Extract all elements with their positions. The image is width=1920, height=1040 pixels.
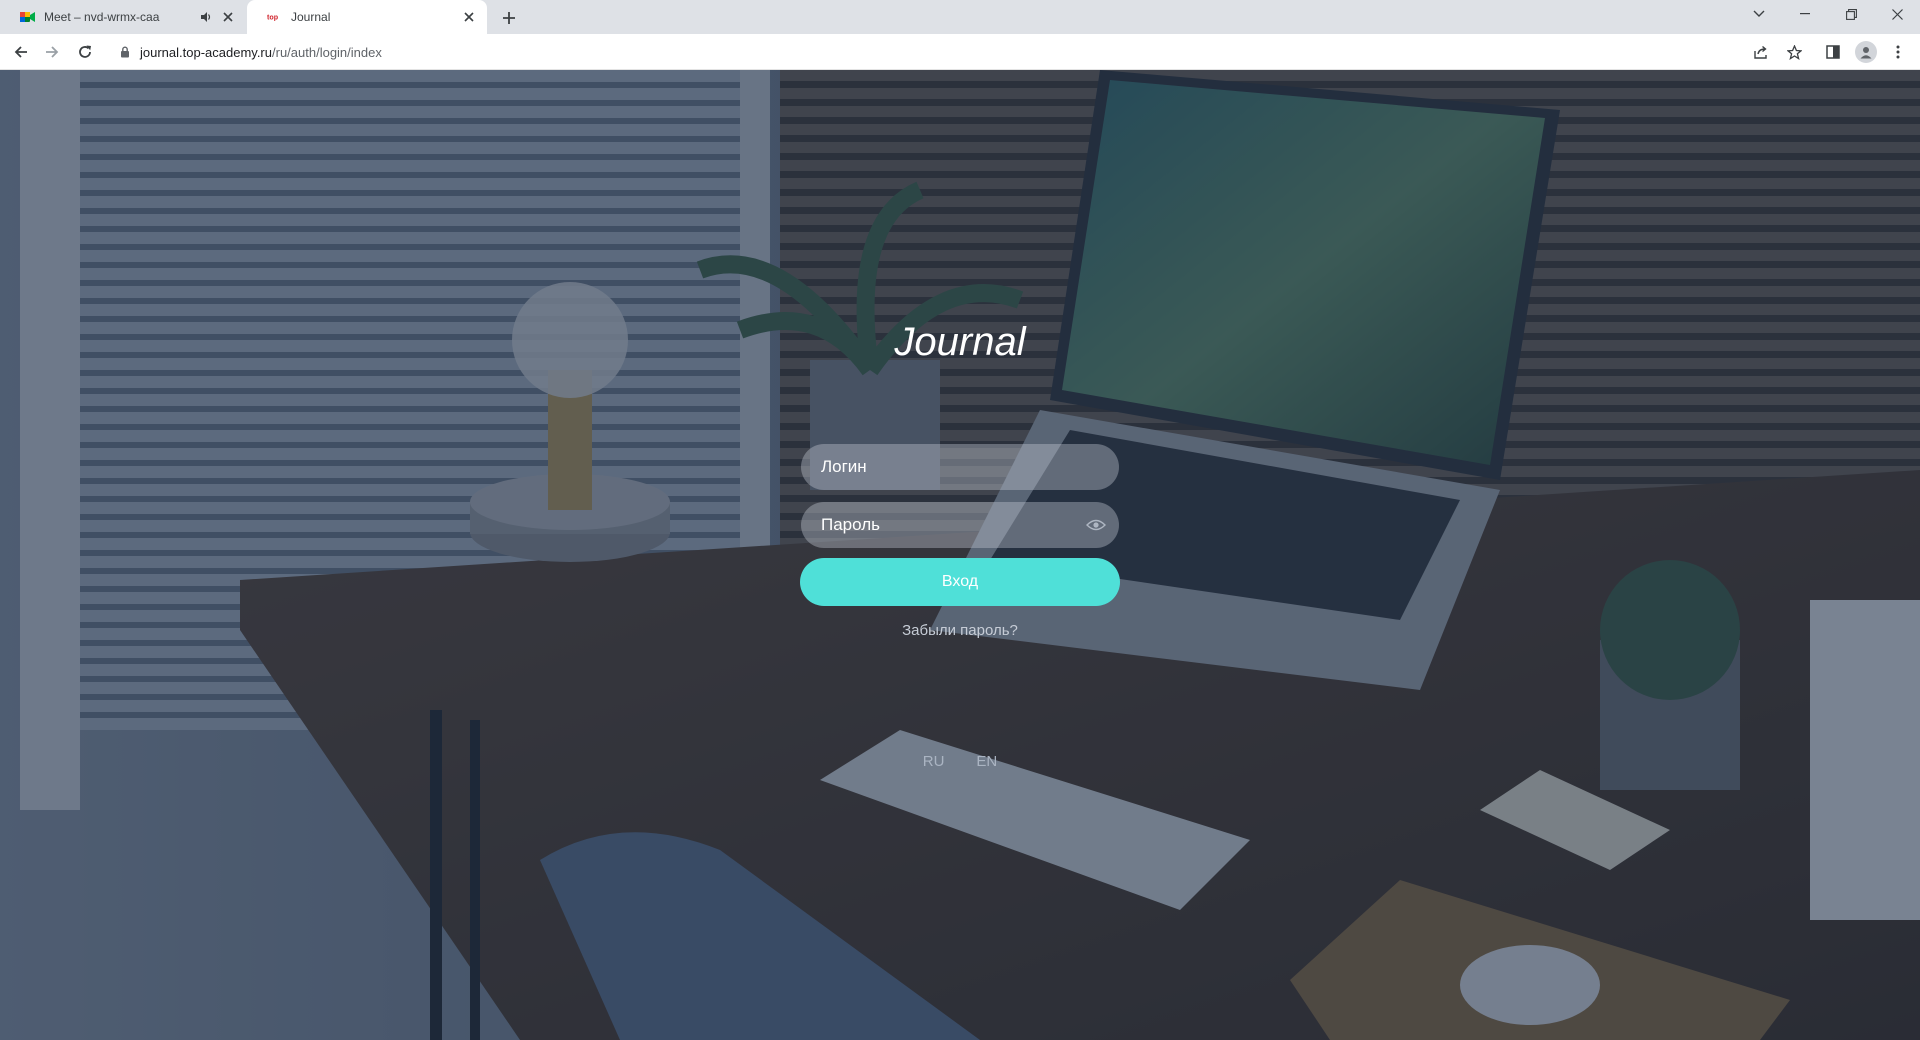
browser-toolbar: journal.top-academy.ru/ru/auth/login/ind…	[0, 34, 1920, 70]
tab-title: Meet – nvd-wrmx-caa	[44, 10, 160, 24]
tab-title: Journal	[291, 10, 331, 24]
minimize-icon	[1800, 13, 1810, 15]
close-tab-icon[interactable]	[220, 9, 236, 25]
top-academy-icon: top	[267, 9, 283, 25]
arrow-right-icon	[46, 46, 59, 58]
reload-button[interactable]	[71, 38, 99, 66]
minimize-button[interactable]	[1782, 0, 1828, 28]
login-button[interactable]: Вход	[800, 558, 1120, 606]
restore-button[interactable]	[1828, 0, 1874, 28]
password-input[interactable]	[821, 515, 1061, 535]
star-icon	[1786, 44, 1802, 60]
share-icon	[1753, 45, 1767, 59]
share-button[interactable]	[1747, 38, 1775, 66]
login-page: Journal Вход Забыли пароль? RU EN	[0, 70, 1920, 1040]
reload-icon	[79, 45, 91, 58]
side-panel-icon	[1826, 45, 1840, 59]
login-field-wrapper	[801, 444, 1119, 490]
browser-tabstrip: Meet – nvd-wrmx-caa top Journal	[0, 0, 1920, 34]
password-field-wrapper	[801, 502, 1119, 548]
forgot-password-link[interactable]: Забыли пароль?	[800, 622, 1120, 639]
show-password-icon[interactable]	[1085, 515, 1107, 535]
tab-journal[interactable]: top Journal	[247, 0, 487, 34]
menu-button[interactable]	[1884, 38, 1912, 66]
back-button[interactable]	[7, 38, 35, 66]
speaker-icon[interactable]	[198, 9, 214, 25]
google-meet-icon	[20, 9, 36, 25]
new-tab-button[interactable]	[496, 5, 522, 31]
svg-text:top: top	[267, 14, 279, 22]
plus-icon	[503, 12, 515, 24]
close-icon	[1891, 8, 1903, 20]
language-switcher: RU EN	[800, 753, 1120, 770]
brand-title: Journal	[894, 320, 1026, 364]
url-host: journal.top-academy.ru	[140, 44, 272, 60]
arrow-left-icon	[14, 46, 27, 58]
url-path: /ru/auth/login/index	[272, 44, 382, 60]
login-input[interactable]	[821, 457, 1061, 477]
lock-icon[interactable]	[120, 46, 130, 58]
close-window-button[interactable]	[1874, 0, 1920, 28]
profile-button[interactable]	[1852, 38, 1880, 66]
kebab-menu-icon	[1896, 45, 1900, 59]
restore-icon	[1845, 8, 1857, 20]
bookmark-button[interactable]	[1780, 38, 1808, 66]
language-en[interactable]: EN	[976, 753, 997, 770]
forward-button[interactable]	[38, 38, 66, 66]
avatar	[1855, 41, 1877, 63]
tab-search-button[interactable]	[1736, 0, 1782, 28]
language-ru[interactable]: RU	[923, 753, 945, 770]
close-tab-icon[interactable]	[461, 9, 477, 25]
chevron-down-icon	[1753, 10, 1765, 17]
side-panel-button[interactable]	[1819, 38, 1847, 66]
person-icon	[1860, 47, 1872, 59]
login-form: Journal Вход Забыли пароль? RU EN	[800, 70, 1120, 1040]
tab-meet[interactable]: Meet – nvd-wrmx-caa	[0, 0, 246, 34]
address-bar[interactable]: journal.top-academy.ru/ru/auth/login/ind…	[110, 38, 1780, 66]
